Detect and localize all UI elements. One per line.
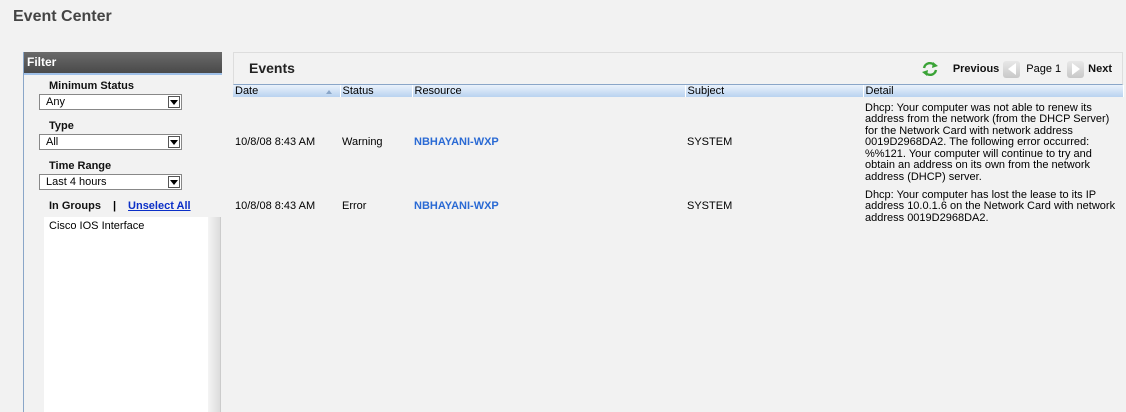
- column-header-date[interactable]: Date: [233, 85, 341, 97]
- time-range-select[interactable]: Last 4 hours: [39, 174, 182, 190]
- cell-detail: Dhcp: Your computer has lost the lease t…: [865, 188, 1116, 224]
- groups-separator: |: [112, 200, 117, 212]
- type-select[interactable]: All: [39, 134, 182, 150]
- events-panel: Events Previous Page 1 Next Date Status …: [233, 52, 1124, 412]
- page-title: Event Center: [13, 8, 112, 25]
- next-button[interactable]: Next: [1088, 63, 1112, 75]
- group-item[interactable]: Cisco IOS Interface: [49, 220, 144, 232]
- table-row[interactable]: 10/8/08 8:43 AM Warning NBHAYANI-WXP SYS…: [233, 97, 1123, 189]
- cell-status: Warning: [342, 136, 383, 149]
- arrow-right-icon[interactable]: [1067, 60, 1085, 78]
- column-header-status[interactable]: Status: [340, 85, 413, 97]
- cell-resource-link[interactable]: NBHAYANI-WXP: [412, 97, 685, 189]
- group-list-scrollbar[interactable]: [208, 217, 220, 412]
- filter-panel: Filter Minimum Status Any Type All Time …: [23, 52, 222, 412]
- cell-date: 10/8/08 8:43 AM: [235, 200, 316, 213]
- groups-row: In Groups | Unselect All: [49, 200, 191, 212]
- minimum-status-value: Any: [46, 96, 65, 108]
- chevron-down-icon[interactable]: [168, 176, 180, 188]
- table-row[interactable]: 10/8/08 8:43 AM Error NBHAYANI-WXP SYSTE…: [233, 189, 1123, 225]
- cell-resource-link[interactable]: NBHAYANI-WXP: [412, 189, 685, 225]
- chevron-down-icon[interactable]: [168, 136, 180, 148]
- page-number: Page 1: [1026, 63, 1062, 75]
- previous-button[interactable]: Previous: [953, 63, 999, 75]
- cell-detail: Dhcp: Your computer was not able to rene…: [865, 101, 1110, 183]
- arrow-left-icon[interactable]: [1003, 60, 1021, 78]
- group-list[interactable]: Cisco IOS Interface: [44, 217, 221, 412]
- table-header-row: Date Status Resource Subject Detail: [233, 85, 1124, 97]
- events-toolbar: Events Previous Page 1 Next: [233, 52, 1123, 85]
- events-table: Date Status Resource Subject Detail 10/8…: [233, 85, 1124, 225]
- column-header-detail[interactable]: Detail: [863, 85, 1124, 97]
- chevron-down-icon[interactable]: [168, 96, 180, 108]
- minimum-status-select[interactable]: Any: [39, 94, 182, 110]
- cell-subject: SYSTEM: [687, 200, 733, 213]
- unselect-all-link[interactable]: Unselect All: [128, 200, 191, 212]
- type-value: All: [46, 136, 59, 148]
- cell-status: Error: [342, 200, 367, 213]
- minimum-status-label: Minimum Status: [49, 80, 134, 92]
- column-header-subject[interactable]: Subject: [685, 85, 864, 97]
- sort-ascending-icon: [325, 90, 332, 94]
- time-range-label: Time Range: [49, 160, 112, 172]
- filter-header: Filter: [24, 52, 222, 75]
- cell-date: 10/8/08 8:43 AM: [235, 136, 316, 149]
- column-header-resource[interactable]: Resource: [412, 85, 686, 97]
- type-label: Type: [49, 120, 74, 132]
- refresh-icon[interactable]: [921, 60, 939, 78]
- events-title: Events: [249, 60, 295, 76]
- pager: Previous Page 1 Next: [921, 60, 1112, 78]
- cell-subject: SYSTEM: [687, 136, 733, 149]
- in-groups-label: In Groups: [49, 200, 101, 212]
- time-range-value: Last 4 hours: [46, 176, 107, 188]
